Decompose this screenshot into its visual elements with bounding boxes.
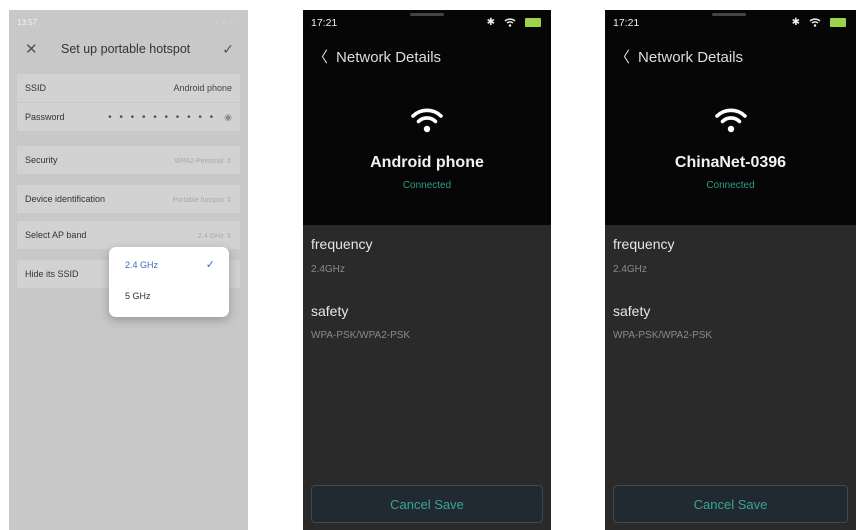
hotspot-setup-screen: 13:57 · · · · ✕ Set up portable hotspot … (9, 10, 248, 530)
back-button[interactable]: 〈 Network Details (313, 46, 441, 67)
bluetooth-icon: ✱ (791, 17, 800, 28)
ap-band-row[interactable]: Select AP band 2.4 GHz ⇕ (17, 221, 240, 249)
battery-icon (830, 18, 846, 27)
battery-icon (525, 18, 541, 27)
wifi-icon (504, 18, 516, 27)
frequency-label: frequency (311, 236, 373, 252)
wifi-icon (303, 105, 551, 135)
network-name: ChinaNet-0396 (674, 154, 787, 171)
ssid-value[interactable]: Android phone (173, 83, 232, 93)
header: ✕ Set up portable hotspot ✓ (9, 38, 248, 60)
status-icons: ✱ (487, 17, 541, 28)
safety-value: WPA-PSK/WPA2-PSK (613, 330, 713, 341)
dropdown-option-5ghz[interactable]: 5 GHz (125, 288, 151, 304)
bluetooth-icon: ✱ (486, 17, 495, 28)
status-time: 17:21 (311, 17, 338, 29)
close-icon[interactable]: ✕ (25, 40, 38, 58)
back-label: Network Details (638, 49, 744, 66)
wifi-icon (809, 18, 821, 27)
check-icon: ✓ (205, 259, 215, 271)
details-header-area: 17:21 ✱ 〈 Network Details ChinaNet-0396 C… (605, 10, 856, 225)
stepper-icon: ⇕ (226, 158, 232, 165)
wifi-icon (605, 105, 856, 135)
password-value[interactable]: • • • • • • • • • • (108, 112, 216, 123)
check-icon[interactable]: ✓ (222, 41, 234, 58)
connection-status: Connected (706, 180, 755, 191)
page-title: Set up portable hotspot (61, 42, 191, 56)
security-label: Security (25, 155, 58, 165)
hide-ssid-label: Hide its SSID (25, 269, 79, 279)
network-details-screen-chinanet: 17:21 ✱ 〈 Network Details ChinaNet-0396 C… (605, 10, 856, 530)
notch (410, 13, 444, 16)
notch (712, 13, 746, 16)
device-identification-label: Device identification (25, 194, 106, 204)
frequency-value: 2.4GHz (311, 264, 345, 275)
status-icons: · · · · (215, 17, 240, 27)
status-time: 13:57 (17, 17, 38, 27)
password-label: Password (25, 112, 65, 122)
password-row[interactable]: Password • • • • • • • • • • ◉ (17, 103, 240, 131)
connection-status: Connected (402, 180, 452, 191)
ssid-label: SSID (25, 83, 47, 93)
network-name: Android phone (370, 154, 484, 171)
eye-icon[interactable]: ◉ (224, 112, 232, 122)
status-icons: ✱ (792, 17, 846, 28)
stepper-icon: ⇕ (226, 233, 232, 240)
safety-label: safety (311, 303, 349, 319)
status-bar: 13:57 · · · · (9, 10, 248, 34)
ap-band-value: 2.4 GHz (197, 233, 224, 240)
ssid-row[interactable]: SSID Android phone (17, 74, 240, 102)
safety-value: WPA-PSK/WPA2-PSK (311, 330, 411, 341)
ap-band-dropdown: 2.4 GHz ✓ 5 GHz (109, 247, 229, 317)
frequency-label: frequency (613, 236, 675, 252)
cancel-save-button[interactable]: Cancel Save (613, 485, 848, 523)
frequency-value: 2.4GHz (613, 264, 647, 275)
security-value: WPA2-Personal (174, 158, 224, 165)
dropdown-option-2-4ghz[interactable]: 2.4 GHz (125, 257, 158, 273)
back-button[interactable]: 〈 Network Details (615, 46, 743, 67)
ap-band-label: Select AP band (25, 230, 87, 240)
stepper-icon: ⇕ (226, 197, 232, 204)
cancel-save-button[interactable]: Cancel Save (311, 485, 543, 523)
device-identification-row[interactable]: Device identification Portable hotspot ⇕ (17, 185, 240, 213)
back-chevron-icon: 〈 (615, 49, 631, 66)
security-row[interactable]: Security WPA2-Personal ⇕ (17, 146, 240, 174)
details-header-area: 17:21 ✱ 〈 Network Details Android phone C… (303, 10, 551, 225)
back-chevron-icon: 〈 (313, 49, 329, 66)
safety-label: safety (613, 303, 651, 319)
network-details-screen-android: 17:21 ✱ 〈 Network Details Android phone C… (303, 10, 551, 530)
back-label: Network Details (336, 49, 442, 66)
status-time: 17:21 (613, 17, 640, 29)
device-identification-value: Portable hotspot (172, 197, 224, 204)
